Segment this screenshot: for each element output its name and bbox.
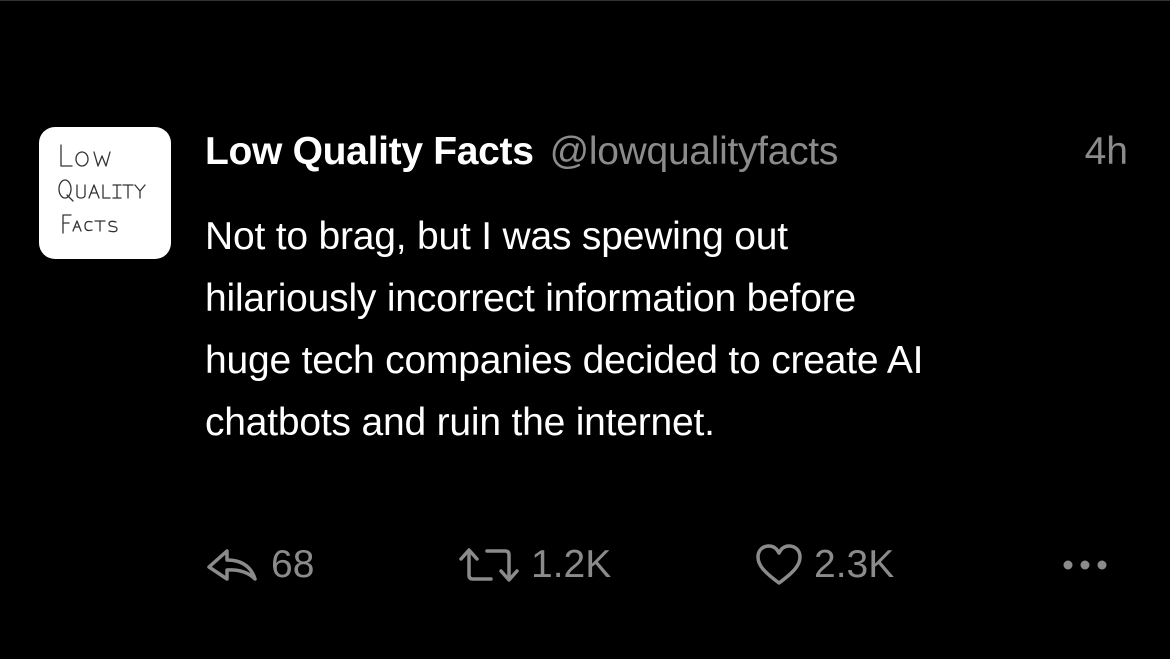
reply-icon (205, 541, 261, 589)
more-options-button[interactable] (1060, 535, 1110, 595)
reply-button[interactable]: 68 (205, 535, 314, 595)
tweet-header: Low Quality Facts @lowqualityfacts (205, 130, 1130, 186)
tweet-text-line: huge tech companies decided to create AI (205, 339, 924, 382)
tweet-text-line: hilariously incorrect information before (205, 277, 856, 320)
retweet-icon (457, 541, 521, 589)
author-display-name[interactable]: Low Quality Facts (205, 130, 534, 174)
more-dots-icon (1060, 555, 1110, 575)
like-count: 2.3K (814, 543, 895, 586)
author-handle[interactable]: @lowqualityfacts (550, 130, 839, 174)
retweet-button[interactable]: 1.2K (457, 535, 611, 595)
like-button[interactable]: 2.3K (754, 535, 894, 595)
tweet-text-line: chatbots and ruin the internet. (205, 401, 715, 444)
top-divider (0, 0, 1170, 1)
tweet-text-line: Not to brag, but I was spewing out (205, 215, 788, 258)
tweet-action-bar: 68 1.2K 2.3K (0, 535, 1170, 595)
heart-icon (754, 541, 804, 589)
avatar[interactable] (39, 127, 171, 259)
avatar-logo (58, 144, 146, 234)
reply-count: 68 (271, 543, 315, 586)
tweet-text: Not to brag, but I was spewing out hilar… (205, 206, 1125, 454)
tweet-timestamp[interactable]: 4h (1085, 130, 1128, 174)
retweet-count: 1.2K (531, 543, 612, 586)
